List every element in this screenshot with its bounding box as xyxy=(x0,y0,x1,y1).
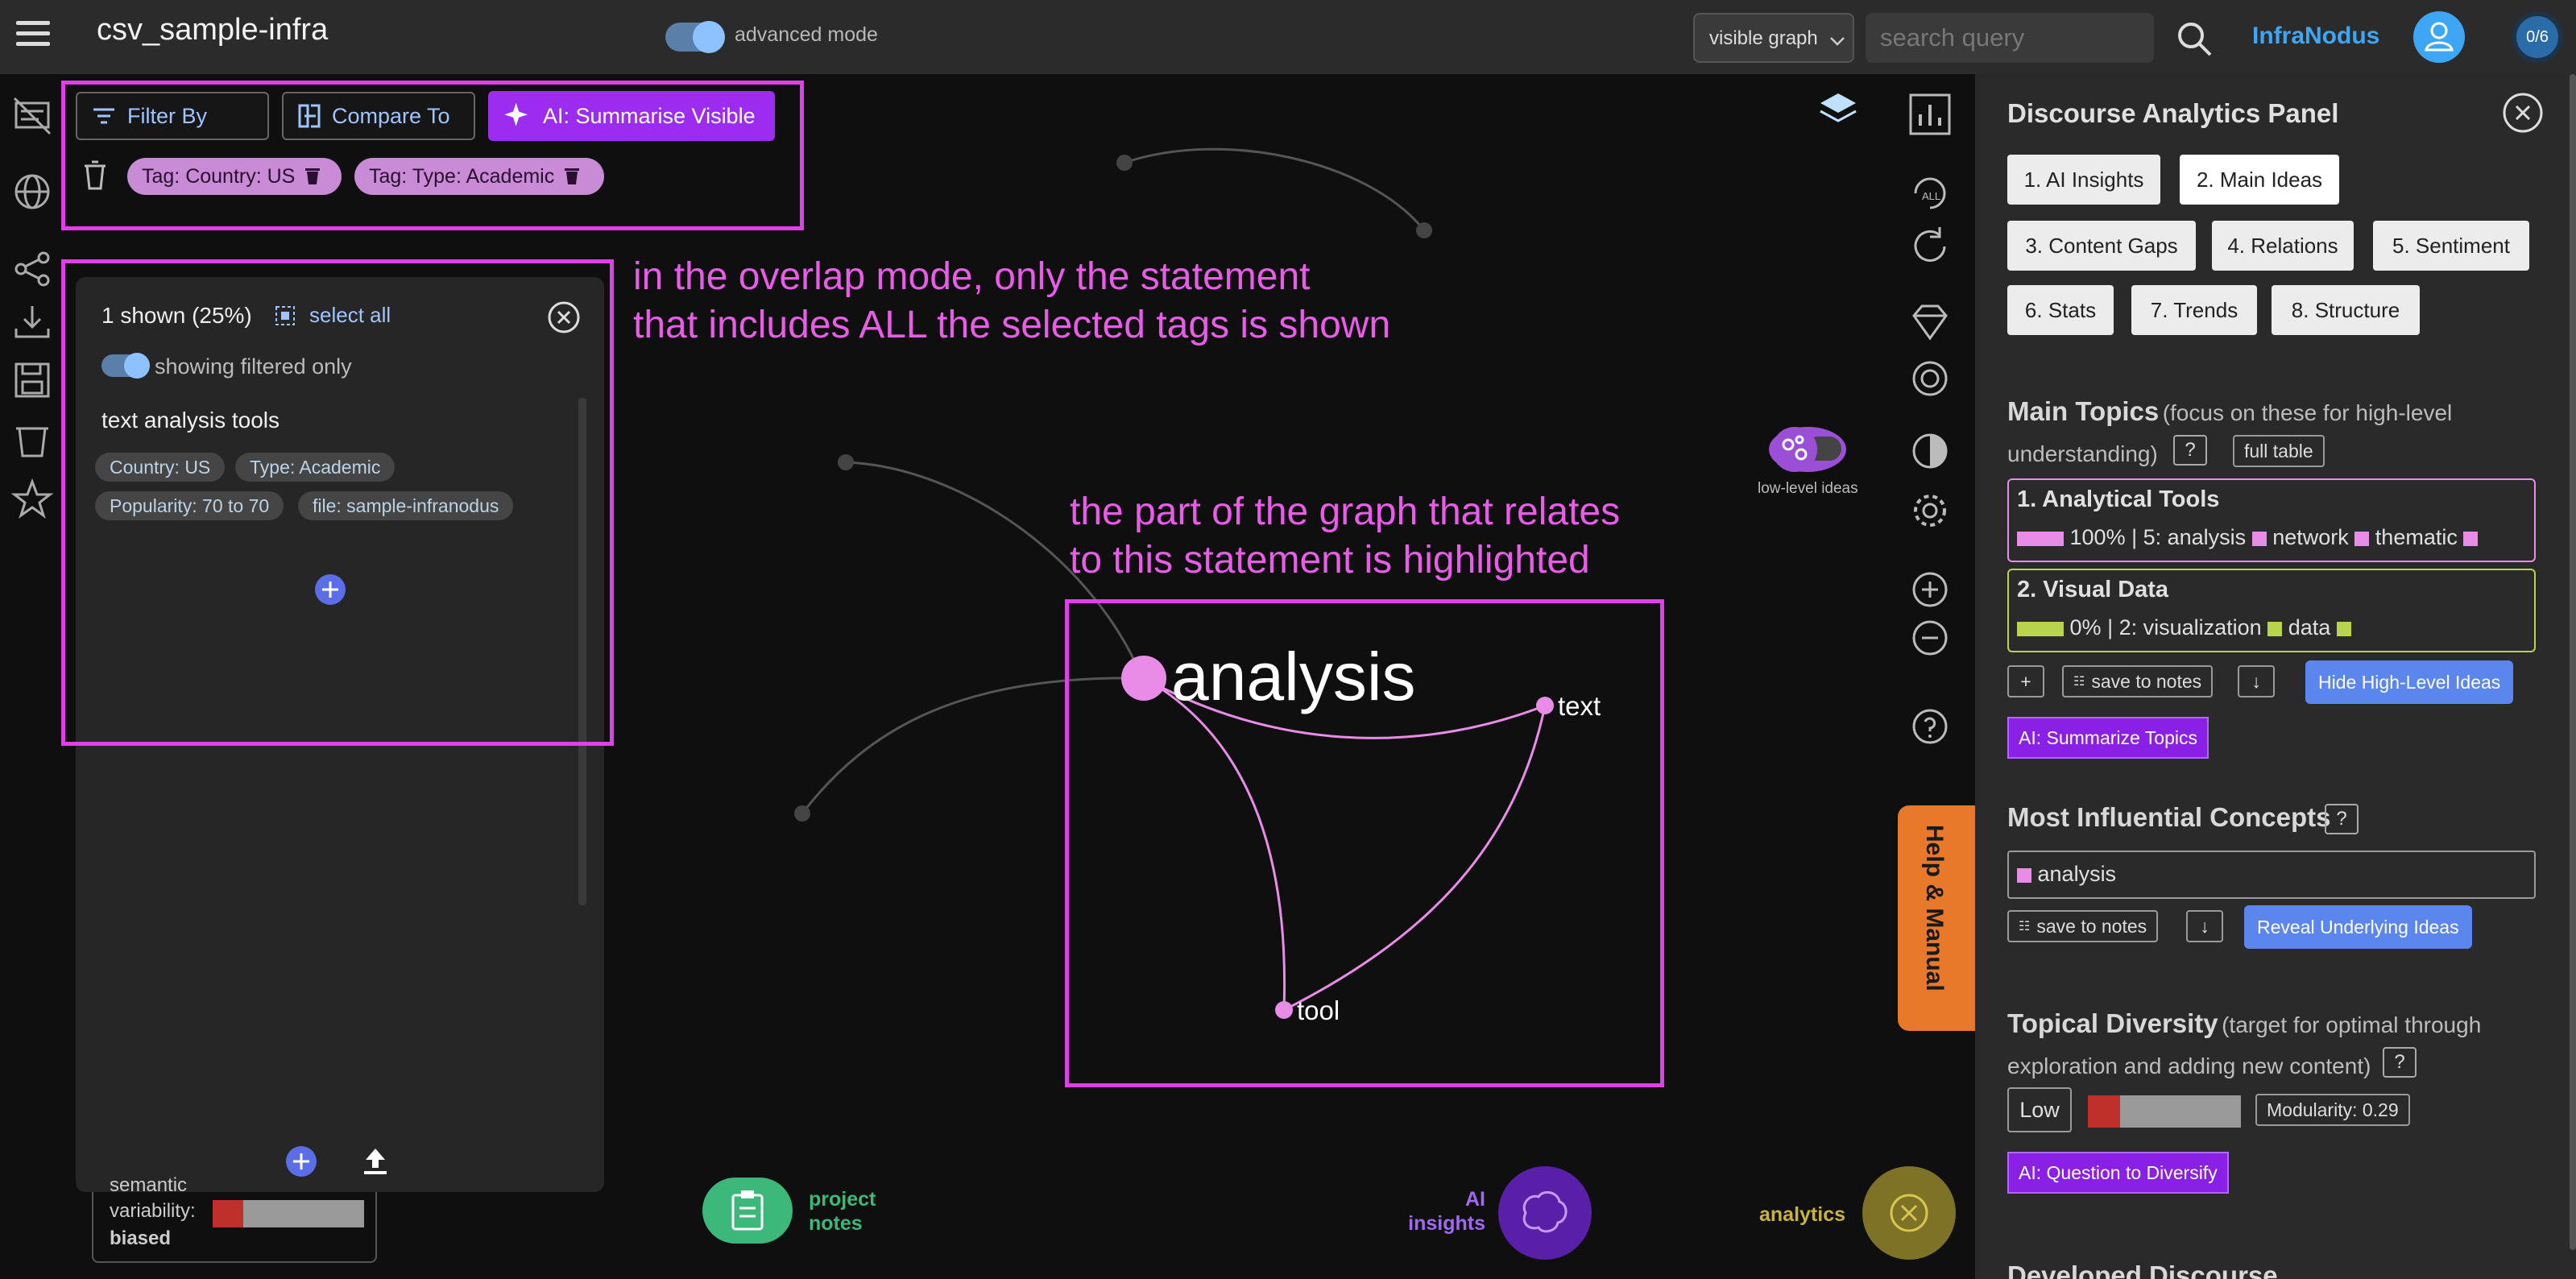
close-icon xyxy=(1890,1194,1928,1232)
ai-insights-button[interactable] xyxy=(1498,1166,1592,1260)
project-notes-button[interactable] xyxy=(702,1178,793,1244)
tab-main-ideas[interactable]: 2. Main Ideas xyxy=(2180,155,2339,205)
topic-card[interactable]: 2. Visual Data 0% | 2: visualization dat… xyxy=(2007,569,2536,652)
tab-trends[interactable]: 7. Trends xyxy=(2131,285,2257,335)
clipboard-icon xyxy=(731,1190,764,1231)
graph-highlight-box xyxy=(1065,599,1664,1087)
layers-icon[interactable] xyxy=(1817,89,1859,130)
ai-question-button[interactable]: AI: Question to Diversify xyxy=(2007,1152,2229,1194)
user-icon xyxy=(2425,22,2454,52)
reveal-underlying-button[interactable]: Reveal Underlying Ideas xyxy=(2244,905,2472,949)
reset-all-icon[interactable]: ALL xyxy=(1907,171,1953,216)
main-topics-help-button[interactable]: ? xyxy=(2173,435,2207,466)
tab-stats[interactable]: 6. Stats xyxy=(2007,285,2114,335)
topic-summary: 0% | 2: visualization data xyxy=(2017,615,2351,640)
list-icon: ☷ xyxy=(2073,675,2085,689)
analytics-label: analytics xyxy=(1759,1203,1846,1226)
full-table-button[interactable]: full table xyxy=(2233,435,2325,467)
diversity-level: Low xyxy=(2007,1087,2072,1132)
influential-concepts-list[interactable]: analysis xyxy=(2007,851,2536,899)
analytics-close-button[interactable] xyxy=(1862,1166,1956,1260)
contrast-icon[interactable] xyxy=(1907,428,1953,474)
diamond-icon[interactable] xyxy=(1907,300,1953,345)
diversity-help-button[interactable]: ? xyxy=(2383,1047,2417,1078)
help-manual-tab[interactable]: Help & Manual xyxy=(1898,805,1975,1031)
topic-title: 2. Visual Data xyxy=(2017,577,2169,602)
graph-node[interactable] xyxy=(838,454,854,470)
graph-node[interactable] xyxy=(794,805,810,822)
user-avatar[interactable] xyxy=(2413,11,2465,63)
zoom-out-icon[interactable] xyxy=(1907,615,1953,660)
modularity-value: Modularity: 0.29 xyxy=(2255,1094,2410,1126)
zoom-in-icon[interactable] xyxy=(1907,567,1953,612)
save-topics-to-notes-button[interactable]: ☷ save to notes xyxy=(2062,665,2214,697)
svg-text:ALL: ALL xyxy=(1922,190,1940,202)
diversity-heading: Topical Diversity (target for optimal th… xyxy=(2007,1008,2482,1078)
low-level-ideas-label: low-level ideas xyxy=(1758,480,1858,497)
tab-sentiment[interactable]: 5. Sentiment xyxy=(2373,221,2529,271)
tab-ai-insights[interactable]: 1. AI Insights xyxy=(2007,155,2160,205)
list-icon: ☷ xyxy=(2019,920,2031,933)
graph-node[interactable] xyxy=(1116,155,1133,171)
tab-content-gaps[interactable]: 3. Content Gaps xyxy=(2007,221,2196,271)
download-concepts-button[interactable]: ↓ xyxy=(2186,910,2223,942)
concept-item[interactable]: analysis xyxy=(2038,862,2117,886)
add-topic-button[interactable]: + xyxy=(2007,665,2044,697)
influential-help-button[interactable]: ? xyxy=(2325,804,2359,834)
help-manual-label: Help & Manual xyxy=(1921,825,1948,991)
project-notes-label: project notes xyxy=(809,1188,876,1235)
search-input[interactable] xyxy=(1866,13,2154,63)
count-badge[interactable]: 0/6 xyxy=(2512,11,2563,63)
network-icon xyxy=(1772,427,1817,472)
influential-heading: Most Influential Concepts xyxy=(2007,802,2331,832)
graph-edge xyxy=(1124,147,1426,231)
topic-summary: 100% | 5: analysis network thematic xyxy=(2017,525,2479,550)
graph-node[interactable] xyxy=(1416,222,1432,238)
low-level-ideas-toggle[interactable] xyxy=(1769,427,1846,472)
tab-structure[interactable]: 8. Structure xyxy=(2272,285,2420,335)
chart-icon[interactable] xyxy=(1907,92,1953,137)
diversity-bar-fill xyxy=(2088,1095,2120,1128)
topic-card[interactable]: 1. Analytical Tools 100% | 5: analysis n… xyxy=(2007,478,2536,562)
discourse-analytics-panel: Discourse Analytics Panel 1. AI Insights… xyxy=(1975,74,2576,1279)
ai-summarize-topics-button[interactable]: AI: Summarize Topics xyxy=(2007,717,2209,759)
topic-title: 1. Analytical Tools xyxy=(2017,486,2220,512)
save-concepts-to-notes-button[interactable]: ☷ save to notes xyxy=(2007,910,2159,942)
hide-high-level-button[interactable]: Hide High-Level Ideas xyxy=(2305,660,2514,704)
download-topics-button[interactable]: ↓ xyxy=(2238,665,2275,697)
settings-icon[interactable] xyxy=(1907,488,1953,533)
help-icon[interactable] xyxy=(1907,704,1953,749)
refresh-icon[interactable] xyxy=(1907,224,1953,269)
brand-logo[interactable]: InfraNodus xyxy=(2252,23,2379,50)
close-icon[interactable] xyxy=(2502,92,2544,134)
ai-insights-label: AI insights xyxy=(1408,1188,1485,1235)
panel-title: Discourse Analytics Panel xyxy=(2007,98,2339,128)
panel-scrollbar[interactable] xyxy=(2570,74,2576,1250)
tab-relations[interactable]: 4. Relations xyxy=(2212,221,2354,271)
diversity-bar-rest xyxy=(2120,1095,2241,1128)
brain-icon xyxy=(1522,1190,1568,1233)
developed-heading: Developed Discourse xyxy=(2007,1260,2278,1279)
search-icon[interactable] xyxy=(2175,19,2214,58)
circle-layout-icon[interactable] xyxy=(1907,356,1953,401)
